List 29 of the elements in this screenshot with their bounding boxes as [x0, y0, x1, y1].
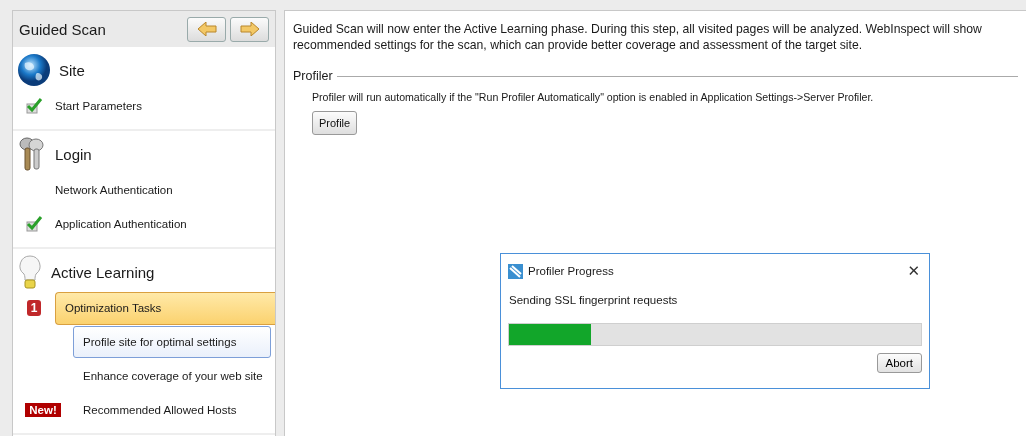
task-item[interactable]: Profile site for optimal settings	[73, 326, 271, 358]
count-badge: 1	[26, 300, 42, 316]
left-arrow-icon	[196, 22, 217, 36]
task-item[interactable]: Recommended Allowed Hosts	[73, 394, 271, 426]
lightbulb-icon	[17, 254, 43, 290]
app-icon	[508, 263, 523, 279]
section-title: Active Learning	[51, 263, 155, 281]
right-arrow-icon	[239, 22, 260, 36]
step-label[interactable]: Network Authentication	[55, 184, 173, 196]
task-item[interactable]: Enhance coverage of your web site	[73, 360, 271, 392]
intro-text: Guided Scan will now enter the Active Learning phase. During this step, all visited pages will be analyzed. WebInspect will show recommended settings for the scan, which can provide better coverage and assessment of the target site.	[293, 21, 983, 53]
globe-icon	[17, 53, 51, 87]
profiler-note: Profiler will run automatically if the "Run Profiler Automatically" option is enabled in Application Settings->Server Profiler.	[312, 91, 875, 103]
section-title: Login	[55, 145, 92, 163]
status-message: Sending SSL fingerprint requests	[509, 294, 679, 306]
close-button[interactable]: ✕	[905, 262, 922, 280]
panel-title: Guided Scan	[19, 20, 107, 38]
section-title: Site	[59, 61, 85, 79]
group-legend: Profiler	[293, 69, 333, 83]
dialog-title: Profiler Progress	[528, 265, 615, 277]
step-label[interactable]: Start Parameters	[55, 100, 142, 112]
new-badge: New!	[25, 403, 61, 417]
back-button[interactable]	[187, 16, 226, 42]
forward-button[interactable]	[230, 16, 269, 42]
keys-icon	[17, 136, 47, 172]
abort-button[interactable]: Abort	[876, 353, 922, 373]
step-label[interactable]: Application Authentication	[55, 218, 187, 230]
profile-button[interactable]: Profile	[312, 111, 358, 135]
task-group-header[interactable]: Optimization Tasks	[55, 291, 275, 325]
